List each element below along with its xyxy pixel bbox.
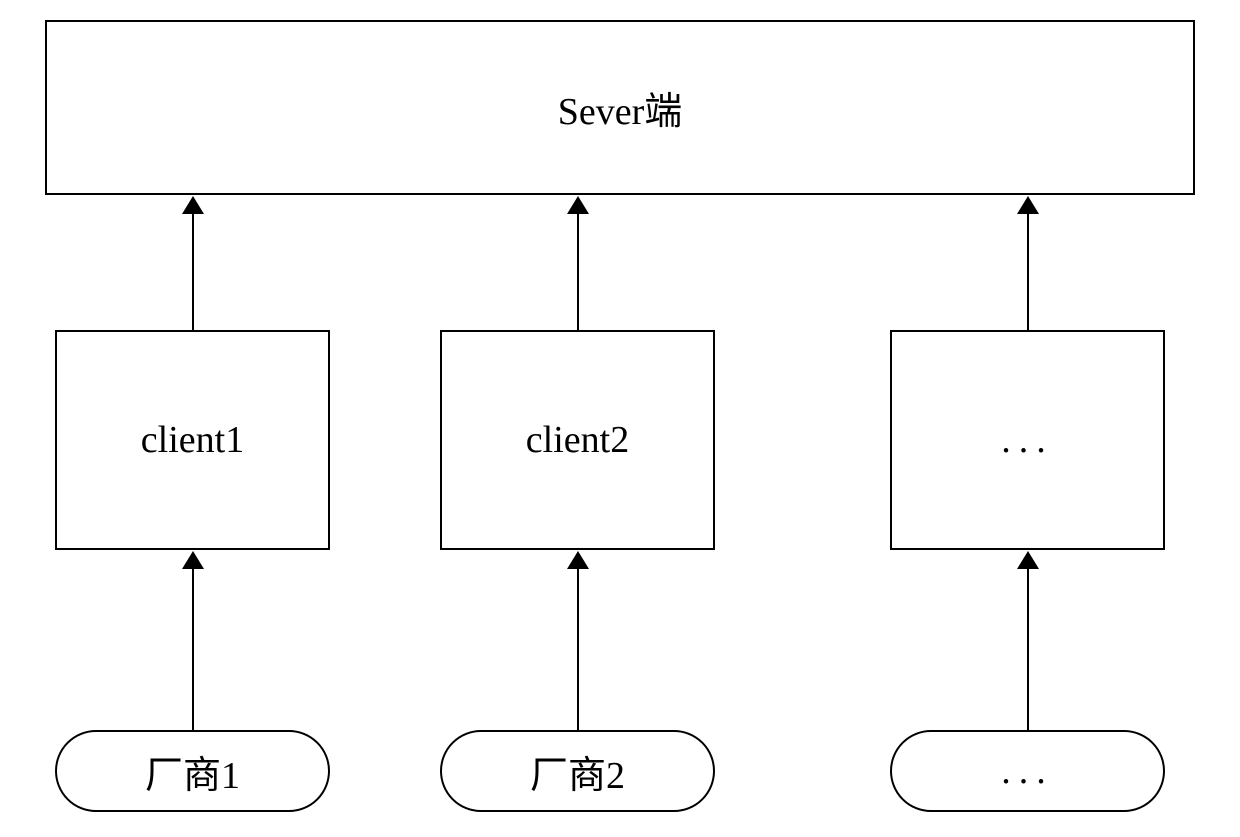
arrow-vendor1-to-client1 — [192, 565, 194, 730]
vendor-label-3: ... — [1001, 749, 1054, 793]
client-box-3: ... — [890, 330, 1165, 550]
arrow-vendor2-to-client2 — [577, 565, 579, 730]
client-box-1: client1 — [55, 330, 330, 550]
vendor-label-1: 厂商1 — [145, 744, 240, 799]
server-label: Sever端 — [558, 80, 683, 135]
vendor-box-1: 厂商1 — [55, 730, 330, 812]
server-box: Sever端 — [45, 20, 1195, 195]
arrow-client1-to-server — [192, 210, 194, 330]
vendor-label-2: 厂商2 — [530, 744, 625, 799]
arrow-client2-to-server — [577, 210, 579, 330]
client-label-1: client1 — [141, 418, 244, 462]
arrow-client3-to-server — [1027, 210, 1029, 330]
client-box-2: client2 — [440, 330, 715, 550]
vendor-box-3: ... — [890, 730, 1165, 812]
vendor-box-2: 厂商2 — [440, 730, 715, 812]
client-label-3: ... — [1001, 418, 1054, 462]
client-label-2: client2 — [526, 418, 629, 462]
arrow-vendor3-to-client3 — [1027, 565, 1029, 730]
